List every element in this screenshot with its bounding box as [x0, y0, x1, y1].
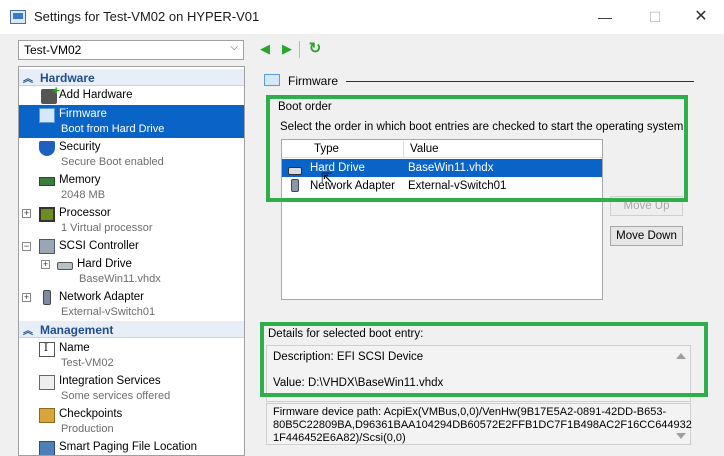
firmware-icon	[39, 108, 55, 123]
tree-item-label: Security	[59, 141, 101, 153]
highlight-boot-order	[266, 95, 688, 202]
tree-item-smart-paging[interactable]: Smart Paging File Location	[19, 438, 244, 455]
tree-item-hard-drive[interactable]: + Hard Drive BaseWin11.vhdx	[19, 255, 244, 288]
shield-icon	[39, 141, 55, 156]
tree-item-sub: Boot from Hard Drive	[61, 123, 165, 135]
tree-item-name[interactable]: Name Test-VM02	[19, 339, 244, 372]
tree-item-firmware[interactable]: Firmware Boot from Hard Drive	[19, 105, 244, 138]
tree-item-sub: Some services offered	[61, 390, 171, 402]
network-adapter-icon	[43, 290, 51, 305]
tree-item-sub: Secure Boot enabled	[61, 156, 164, 168]
add-hardware-icon	[41, 83, 60, 104]
section-hardware-label: Hardware	[40, 71, 95, 85]
forward-arrow-icon[interactable]: ▶	[278, 40, 296, 58]
tree-item-sub: BaseWin11.vhdx	[79, 273, 161, 285]
expand-icon[interactable]: +	[22, 209, 31, 218]
tree-item-label: Checkpoints	[59, 408, 123, 420]
tree-item-label: Processor	[59, 207, 111, 219]
tree-item-sub: Production	[61, 423, 114, 435]
checkpoints-icon	[39, 408, 55, 423]
tree-item-sub: Test-VM02	[61, 357, 114, 369]
smart-paging-icon	[39, 441, 55, 455]
maximize-button[interactable]: ☐	[632, 5, 678, 29]
chevron-down-icon: ⌵	[230, 42, 238, 53]
back-arrow-icon[interactable]: ◀	[256, 40, 274, 58]
expand-icon[interactable]: +	[22, 293, 31, 302]
device-path-line: 1F446452E6A82)/Scsi(0,0)	[273, 432, 406, 444]
device-path-line: 80B5C22809BA,D96361BAA104294DB60572E2FFB…	[273, 419, 692, 431]
header-divider	[346, 81, 694, 82]
name-icon	[39, 342, 55, 357]
collapse-icon[interactable]: −	[22, 242, 31, 251]
panel-title: Firmware	[288, 74, 338, 88]
memory-icon	[39, 177, 55, 186]
minimize-button[interactable]: —	[582, 5, 628, 29]
device-path-line: Firmware device path: AcpiEx(VMBus,0,0)/…	[273, 406, 667, 418]
highlight-details	[260, 322, 708, 397]
collapse-chevron-icon: ︽	[23, 326, 33, 337]
window-title: Settings for Test-VM02 on HYPER-V01	[34, 9, 260, 24]
tree-item-security[interactable]: Security Secure Boot enabled	[19, 138, 244, 171]
integration-services-icon	[39, 375, 55, 390]
title-bar: Settings for Test-VM02 on HYPER-V01 — ☐ …	[0, 0, 724, 34]
tree-item-scsi-controller[interactable]: − SCSI Controller	[19, 237, 244, 255]
tree-item-network-adapter[interactable]: + Network Adapter External-vSwitch01	[19, 288, 244, 321]
vm-selector-value: Test-VM02	[24, 43, 82, 57]
tree-item-add-hardware[interactable]: Add Hardware	[19, 83, 244, 105]
settings-tree: ︽ Hardware Add Hardware Firmware Boot fr…	[18, 66, 245, 456]
tree-item-checkpoints[interactable]: Checkpoints Production	[19, 405, 244, 438]
tree-item-sub: 2048 MB	[61, 189, 106, 201]
firmware-icon	[264, 74, 280, 86]
hyperv-settings-icon	[10, 10, 26, 24]
tree-item-processor[interactable]: + Processor 1 Virtual processor	[19, 204, 244, 237]
tree-item-label: Add Hardware	[59, 89, 133, 101]
move-down-button[interactable]: Move Down	[610, 226, 683, 246]
tree-item-integration-services[interactable]: Integration Services Some services offer…	[19, 372, 244, 405]
tree-item-label: Memory	[59, 174, 101, 186]
section-management[interactable]: ︽ Management	[19, 321, 244, 338]
tree-item-label: Smart Paging File Location	[59, 441, 198, 453]
expand-icon[interactable]: +	[41, 260, 50, 269]
scsi-controller-icon	[39, 239, 55, 254]
device-path-text-box[interactable]: Firmware device path: AcpiEx(VMBus,0,0)/…	[266, 403, 692, 445]
section-management-label: Management	[40, 323, 114, 337]
tree-item-label: Firmware	[59, 108, 107, 120]
tree-item-memory[interactable]: Memory 2048 MB	[19, 171, 244, 204]
close-button[interactable]: ✕	[678, 5, 724, 29]
processor-icon	[39, 207, 55, 222]
refresh-icon[interactable]: ↻	[306, 40, 324, 58]
collapse-chevron-icon: ︽	[23, 74, 33, 85]
vm-selector-dropdown[interactable]: Test-VM02 ⌵	[18, 40, 244, 60]
tree-item-label: SCSI Controller	[59, 240, 139, 252]
hard-drive-icon	[57, 262, 73, 270]
toolbar-separator	[299, 41, 300, 58]
tree-item-label: Hard Drive	[77, 258, 132, 270]
scroll-down-arrow-icon[interactable]	[676, 433, 686, 439]
tree-item-sub: External-vSwitch01	[61, 306, 156, 318]
tree-item-label: Integration Services	[59, 375, 161, 387]
tree-item-label: Network Adapter	[59, 291, 145, 303]
tree-item-label: Name	[59, 342, 90, 354]
tree-item-sub: 1 Virtual processor	[61, 222, 153, 234]
